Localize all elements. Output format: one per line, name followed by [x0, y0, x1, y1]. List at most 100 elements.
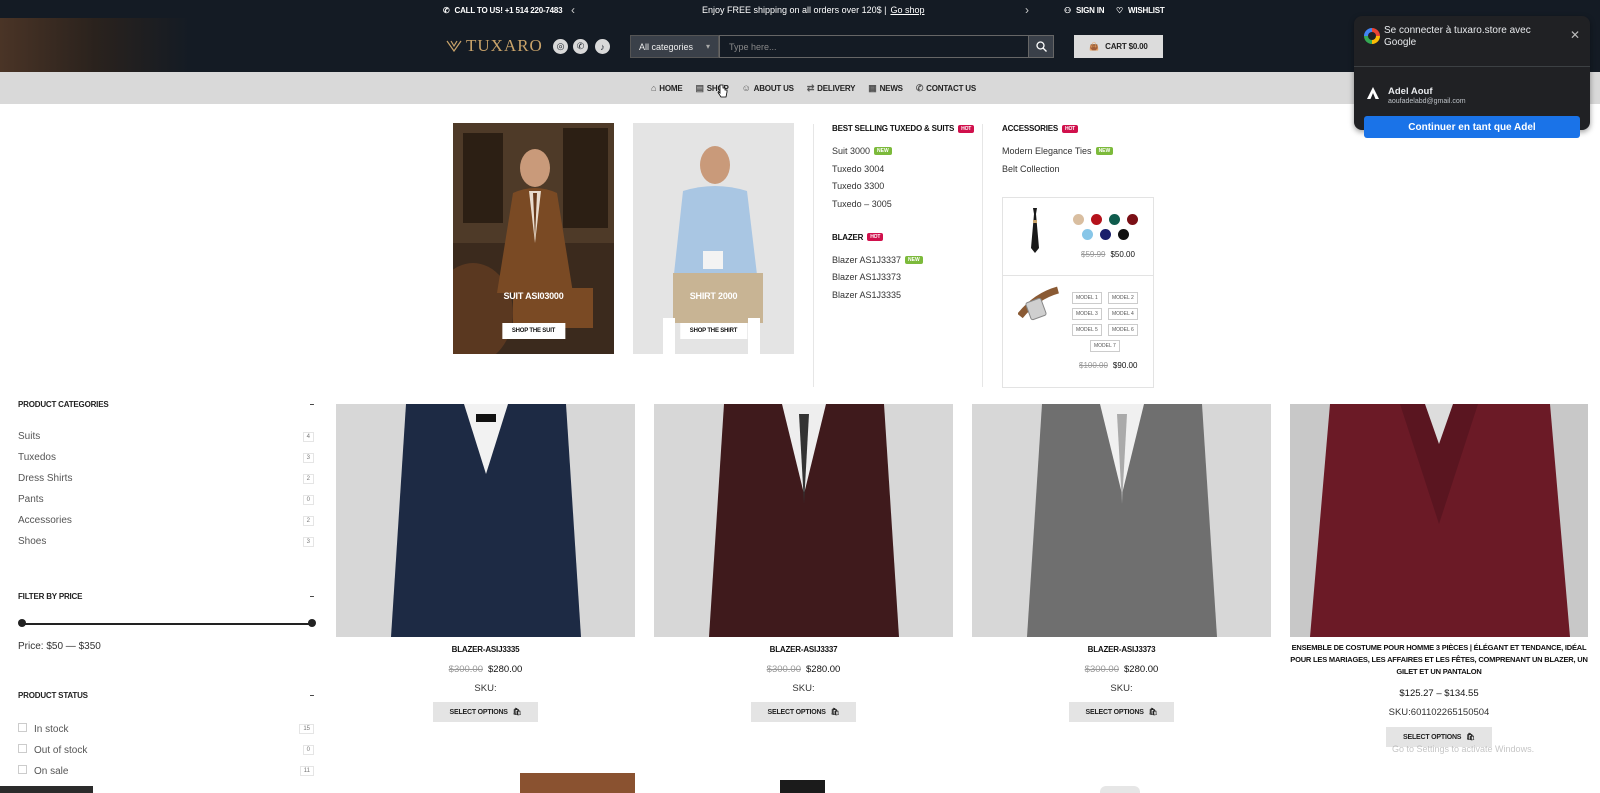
product-image[interactable] [336, 404, 635, 637]
collapse-icon[interactable]: – [310, 691, 314, 700]
price-filter-heading[interactable]: FILTER BY PRICE – [18, 592, 314, 601]
menu-link[interactable]: Blazer AS1J3373 [832, 268, 974, 286]
promo-link[interactable]: Go shop [890, 5, 924, 15]
shirt-model-photo [633, 123, 794, 354]
select-options-button[interactable]: SELECT OPTIONS 🛍 [433, 702, 538, 722]
menu-link[interactable]: Blazer AS1J3337 NEW [832, 251, 974, 269]
model-option[interactable]: MODEL 5 [1072, 324, 1102, 336]
heart-icon: ♡ [1116, 5, 1123, 15]
nav-item-home[interactable]: ⌂ HOME [651, 83, 683, 93]
product-name[interactable]: BLAZER-ASIJ3337 [654, 644, 953, 656]
menu-column-suits: BEST SELLING TUXEDO & SUITS HOT Suit 3000… [832, 124, 975, 304]
nav-item-news[interactable]: ▦ NEWS [868, 83, 903, 94]
menu-link[interactable]: Tuxedo 3300 [832, 177, 974, 195]
product-image[interactable] [654, 404, 953, 637]
checkbox[interactable] [18, 765, 27, 774]
model-option[interactable]: MODEL 3 [1072, 308, 1102, 320]
belt-image[interactable] [1018, 286, 1060, 328]
product-image-partial[interactable] [1100, 786, 1140, 793]
price-slider-track[interactable] [21, 623, 312, 625]
menu-link-label: Tuxedo – 3005 [832, 198, 892, 209]
category-item[interactable]: Dress Shirts 2 [18, 473, 314, 484]
collapse-icon[interactable]: – [310, 400, 314, 409]
product-image-partial[interactable] [780, 780, 825, 793]
continue-as-button[interactable]: Continuer en tant que Adel [1364, 116, 1580, 138]
product-sku: SKU:601102265150504 [1388, 707, 1490, 718]
status-item[interactable]: In stock 15 [18, 723, 314, 735]
menu-link-label: Tuxedo 3004 [832, 163, 885, 174]
close-icon[interactable]: ✕ [1570, 28, 1580, 42]
heading-text: PRODUCT CATEGORIES [18, 400, 109, 409]
category-item[interactable]: Suits 4 [18, 431, 314, 442]
search-button[interactable] [1028, 35, 1054, 58]
promo-prev-icon[interactable]: ‹ [571, 3, 575, 17]
status-option: In stock [18, 723, 68, 735]
checkbox[interactable] [18, 723, 27, 732]
color-swatch[interactable] [1127, 214, 1138, 225]
tiktok-icon[interactable]: ♪ [595, 39, 610, 54]
category-item[interactable]: Shoes 3 [18, 536, 314, 547]
product-image[interactable] [972, 404, 1271, 637]
promo-card-suit[interactable]: SUIT ASI03000 SHOP THE SUIT [453, 123, 614, 354]
color-swatch[interactable] [1109, 214, 1120, 225]
model-option[interactable]: MODEL 7 [1090, 340, 1120, 352]
nav-item-delivery[interactable]: ⇄ DELIVERY [807, 83, 856, 94]
category-item[interactable]: Pants 0 [18, 494, 314, 505]
price-slider-min-handle[interactable] [18, 619, 26, 627]
menu-link[interactable]: Belt Collection [1002, 160, 1113, 178]
menu-link[interactable]: Tuxedo – 3005 [832, 195, 974, 213]
tie-image[interactable] [1030, 208, 1040, 253]
status-item[interactable]: Out of stock 0 [18, 744, 314, 756]
menu-column-title: ACCESSORIES HOT [1002, 124, 1113, 133]
model-option[interactable]: MODEL 2 [1108, 292, 1138, 304]
color-swatch[interactable] [1073, 214, 1084, 225]
product-name[interactable]: BLAZER-ASIJ3373 [972, 644, 1271, 656]
product-image-partial[interactable] [520, 773, 635, 793]
sign-in-link[interactable]: ⚇ SIGN IN [1064, 0, 1105, 20]
cart-button[interactable]: 👜 CART $0.00 [1074, 35, 1163, 58]
category-item[interactable]: Tuxedos 3 [18, 452, 314, 463]
color-swatch[interactable] [1091, 214, 1102, 225]
shop-the-shirt-button[interactable]: SHOP THE SHIRT [679, 323, 748, 339]
promo-card-caption: SHIRT 2000 [689, 291, 738, 301]
promo-next-icon[interactable]: › [1025, 3, 1029, 17]
model-option[interactable]: MODEL 6 [1108, 324, 1138, 336]
promo-card-shirt[interactable]: SHIRT 2000 SHOP THE SHIRT [633, 123, 794, 354]
menu-link[interactable]: Blazer AS1J3335 [832, 286, 974, 304]
status-item[interactable]: On sale 11 [18, 765, 314, 777]
status-label: Out of stock [34, 745, 88, 756]
search-input[interactable]: Type here... [719, 35, 1030, 58]
heading-text: PRODUCT STATUS [18, 691, 88, 700]
site-logo[interactable]: TUXARO [446, 36, 543, 56]
status-count: 11 [299, 766, 314, 776]
menu-link[interactable]: Modern Elegance Ties NEW [1002, 142, 1114, 160]
model-option[interactable]: MODEL 4 [1108, 308, 1138, 320]
category-select[interactable]: All categories ▾ [630, 35, 719, 58]
nav-item-about[interactable]: ☺ ABOUT US [742, 83, 794, 93]
wishlist-link[interactable]: ♡ WISHLIST [1116, 0, 1165, 20]
product-name[interactable]: BLAZER-ASIJ3335 [336, 644, 635, 656]
product-sku: SKU: [1110, 683, 1133, 694]
instagram-icon[interactable]: ◎ [553, 39, 568, 54]
whatsapp-icon[interactable]: ✆ [573, 39, 588, 54]
product-image[interactable] [1290, 404, 1588, 637]
categories-heading[interactable]: PRODUCT CATEGORIES – [18, 400, 314, 409]
color-swatch[interactable] [1082, 229, 1093, 240]
product-name[interactable]: ENSEMBLE DE COSTUME POUR HOMME 3 PIÈCES … [1290, 642, 1588, 678]
status-heading[interactable]: PRODUCT STATUS – [18, 691, 314, 700]
select-options-button[interactable]: SELECT OPTIONS 🛍 [1069, 702, 1174, 722]
model-option[interactable]: MODEL 1 [1072, 292, 1102, 304]
color-swatch[interactable] [1100, 229, 1111, 240]
menu-link[interactable]: Suit 3000 NEW [832, 142, 974, 160]
color-swatch[interactable] [1118, 229, 1129, 240]
nav-item-contact[interactable]: ✆ CONTACT US [916, 83, 976, 94]
menu-link[interactable]: Tuxedo 3004 [832, 160, 974, 178]
category-item[interactable]: Accessories 2 [18, 515, 314, 526]
call-label: CALL TO US! +1 514 220-7483 [454, 5, 563, 15]
call-us[interactable]: ✆ CALL TO US! +1 514 220-7483 [443, 0, 563, 20]
checkbox[interactable] [18, 744, 27, 753]
shop-the-suit-button[interactable]: SHOP THE SUIT [501, 323, 566, 339]
price-slider-max-handle[interactable] [308, 619, 316, 627]
select-options-button[interactable]: SELECT OPTIONS 🛍 [751, 702, 856, 722]
collapse-icon[interactable]: – [310, 592, 314, 601]
